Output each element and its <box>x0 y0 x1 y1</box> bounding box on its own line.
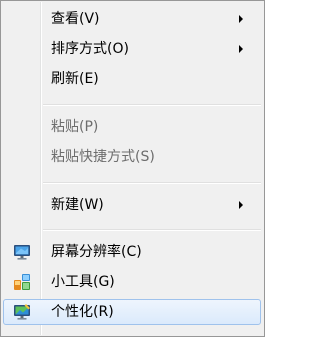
menu-item-refresh[interactable]: 刷新(E) <box>3 66 261 92</box>
menu-item-gadgets[interactable]: 小工具(G) <box>3 269 261 295</box>
gadgets-icon <box>13 273 31 291</box>
monitor-icon <box>13 243 31 261</box>
personalize-icon <box>13 303 31 321</box>
submenu-arrow-icon <box>239 201 243 209</box>
menu-item-view[interactable]: 查看(V) <box>3 6 261 32</box>
menu-separator <box>43 104 261 106</box>
submenu-arrow-icon <box>239 15 243 23</box>
menu-item-label: 查看(V) <box>51 11 100 27</box>
menu-item-label: 屏幕分辨率(C) <box>51 244 142 260</box>
menu-item-label: 个性化(R) <box>51 304 114 320</box>
menu-item-label: 粘贴(P) <box>51 119 99 135</box>
menu-item-paste-shortcut[interactable]: 粘贴快捷方式(S) <box>3 144 261 170</box>
menu-separator <box>43 182 261 184</box>
context-menu: 查看(V) 排序方式(O) 刷新(E) 粘贴(P) 粘贴快捷方式(S) 新建(W… <box>0 0 265 337</box>
submenu-arrow-icon <box>239 45 243 53</box>
menu-item-screen-resolution[interactable]: 屏幕分辨率(C) <box>3 239 261 265</box>
menu-item-label: 新建(W) <box>51 197 104 213</box>
menu-item-label: 粘贴快捷方式(S) <box>51 149 155 165</box>
menu-item-new[interactable]: 新建(W) <box>3 192 261 218</box>
menu-item-label: 排序方式(O) <box>51 41 129 57</box>
menu-item-sort-by[interactable]: 排序方式(O) <box>3 36 261 62</box>
menu-item-label: 刷新(E) <box>51 71 99 87</box>
menu-item-personalize[interactable]: 个性化(R) <box>3 299 261 325</box>
menu-separator <box>43 229 261 231</box>
menu-item-label: 小工具(G) <box>51 274 115 290</box>
menu-item-paste[interactable]: 粘贴(P) <box>3 114 261 140</box>
